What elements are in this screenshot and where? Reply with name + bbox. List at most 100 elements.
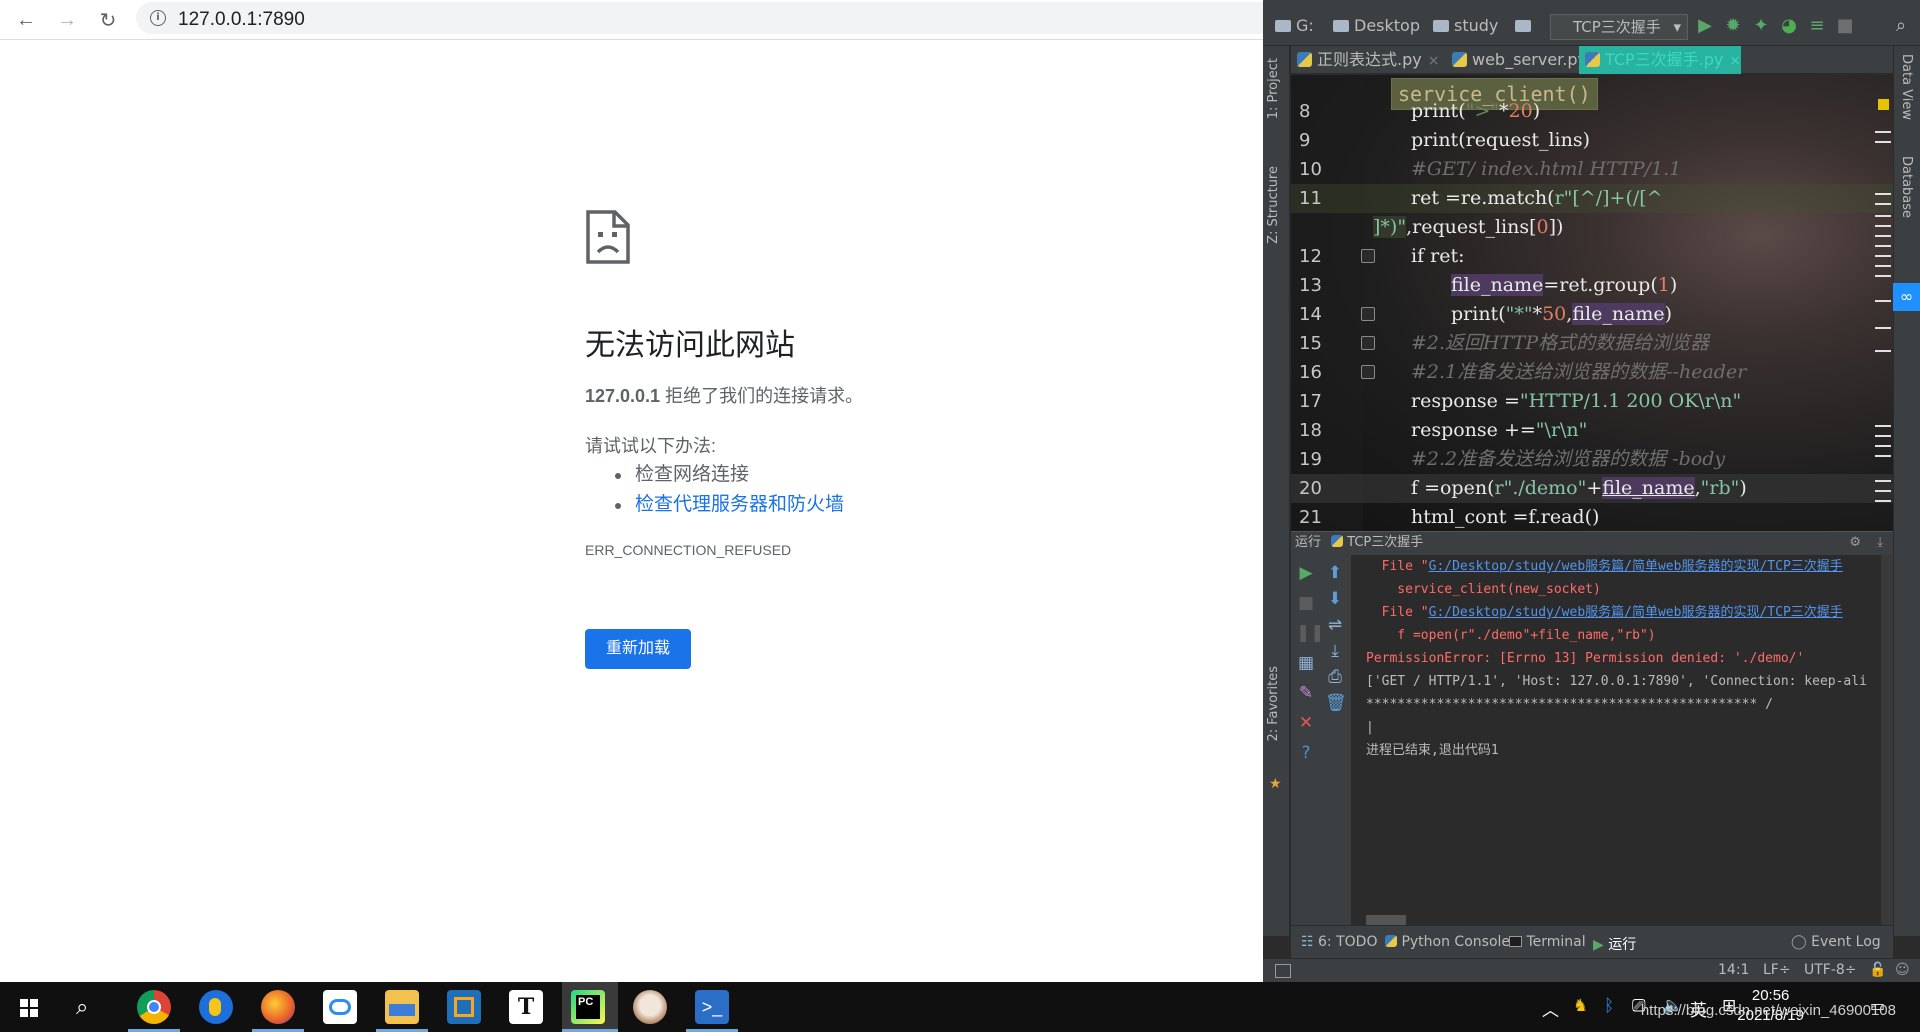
breadcrumb-drive[interactable]: G: <box>1275 16 1314 35</box>
profile-icon[interactable]: ◕ <box>1779 16 1799 36</box>
code-text: html_cont =f.read() <box>1411 506 1600 528</box>
console-prefix: File " <box>1366 559 1429 574</box>
search-icon[interactable]: ⌕ <box>1891 16 1911 36</box>
folder-icon <box>1515 20 1531 32</box>
line-number: 19 <box>1299 449 1322 470</box>
event-log-icon: ◯ <box>1791 934 1807 950</box>
arrow-up-icon[interactable]: ⬆ <box>1325 563 1345 583</box>
trash-icon[interactable]: 🗑 <box>1325 693 1347 713</box>
suggestion-check-proxy-link[interactable]: 检查代理服务器和防火墙 <box>585 490 844 520</box>
project-tool-button[interactable]: 1: Project <box>1266 58 1281 119</box>
console-line: service_client(new_socket) <box>1366 582 1601 597</box>
tool-window-toggle-icon[interactable] <box>1275 964 1291 978</box>
tab-regex[interactable]: 正则表达式.py × <box>1291 46 1439 74</box>
database-tool-button[interactable]: Database <box>1899 156 1914 218</box>
site-info-icon[interactable]: i <box>150 10 166 26</box>
data-view-tool-button[interactable]: Data View <box>1899 54 1914 120</box>
gear-icon[interactable]: ⚙ <box>1849 532 1861 554</box>
run-console[interactable]: File "G:/Desktop/study/web服务篇/简单web服务器的实… <box>1352 555 1893 925</box>
reload-icon[interactable]: ↻ <box>94 6 122 34</box>
line-separator[interactable]: LF÷ <box>1763 962 1791 978</box>
vmware-icon[interactable] <box>447 990 481 1024</box>
chrome-icon[interactable] <box>137 990 171 1024</box>
forward-button[interactable]: → <box>53 6 81 34</box>
coverage-icon[interactable]: ✦ <box>1751 16 1771 36</box>
pause-icon[interactable]: ❚❚ <box>1296 623 1325 643</box>
run-icon[interactable]: ▶ <box>1695 16 1715 36</box>
floating-app-icon[interactable]: ∞ <box>1892 283 1920 311</box>
stop-icon[interactable]: ■ <box>1296 593 1316 613</box>
breadcrumb-desktop[interactable]: Desktop <box>1333 16 1420 35</box>
console-h-scrollbar[interactable] <box>1366 915 1406 925</box>
file-explorer-icon[interactable] <box>385 990 419 1024</box>
breadcrumb-subfolder[interactable] <box>1515 16 1536 35</box>
lock-icon[interactable]: 🔓 <box>1869 962 1886 978</box>
pycharm-icon[interactable]: PC <box>571 990 605 1024</box>
console-file-link[interactable]: G:/Desktop/study/web服务篇/简单web服务器的实现/TCP三… <box>1429 605 1843 620</box>
warning-indicator[interactable] <box>1878 99 1889 110</box>
scroll-to-end-icon[interactable]: ⤓ <box>1325 641 1345 661</box>
powershell-icon[interactable]: >_ <box>695 990 729 1024</box>
error-message: 127.0.0.1 拒绝了我们的连接请求。 <box>585 382 863 408</box>
python-file-icon <box>1452 52 1467 67</box>
code-editor[interactable]: service_client() 8 print(">"*20) 9 print(r… <box>1291 75 1893 531</box>
hide-panel-icon[interactable]: ⤓ <box>1877 532 1883 554</box>
stripe-mark <box>1875 300 1891 302</box>
baidu-netdisk-icon[interactable] <box>323 990 357 1024</box>
fold-marker[interactable] <box>1361 336 1375 350</box>
typora-icon[interactable]: T <box>509 990 543 1024</box>
code-line: 9 print(request_lins) <box>1291 126 1893 155</box>
tray-app-icon[interactable]: ♞ <box>1573 996 1588 1016</box>
run-panel-config[interactable]: TCP三次握手 <box>1347 535 1423 550</box>
stop-icon[interactable]: ■ <box>1835 16 1855 36</box>
console-trace-line: File "G:/Desktop/study/web服务篇/简单web服务器的实… <box>1366 555 1843 578</box>
bluetooth-icon[interactable]: ᛒ <box>1604 996 1614 1016</box>
close-run-icon[interactable]: ✕ <box>1296 713 1316 733</box>
layout-icon[interactable]: ▦ <box>1296 653 1316 673</box>
breadcrumb-study[interactable]: study <box>1433 16 1498 35</box>
error-stripe[interactable] <box>1867 75 1893 531</box>
code-line: 21 html_cont =f.read() <box>1291 503 1893 531</box>
soft-wrap-icon[interactable]: ⇌ <box>1325 615 1345 635</box>
arrow-down-icon[interactable]: ⬇ <box>1325 589 1345 609</box>
close-icon[interactable]: × <box>1428 53 1440 69</box>
event-log-button[interactable]: ◯ Event Log <box>1791 934 1881 950</box>
close-icon[interactable]: × <box>1729 53 1741 69</box>
address-bar[interactable]: i 127.0.0.1:7890 <box>136 2 1263 34</box>
fold-marker[interactable] <box>1361 307 1375 321</box>
firefox-icon[interactable] <box>261 990 295 1024</box>
file-encoding[interactable]: UTF-8÷ <box>1804 962 1857 978</box>
inspector-icon[interactable]: ☺ <box>1895 962 1910 978</box>
help-icon[interactable]: ? <box>1296 743 1316 763</box>
console-error-line: PermissionError: [Errno 13] Permission d… <box>1366 651 1805 666</box>
todo-tool-button[interactable]: ☷ 6: TODO <box>1301 934 1377 950</box>
python-console-button[interactable]: Python Console <box>1385 934 1510 950</box>
rerun-icon[interactable]: ▶ <box>1296 563 1316 583</box>
run-config-select[interactable]: TCP三次握手 ▾ <box>1550 14 1688 40</box>
caret-position[interactable]: 14:1 <box>1718 962 1749 978</box>
browser-icon[interactable] <box>199 990 233 1024</box>
terminal-tool-button[interactable]: Terminal <box>1509 934 1586 950</box>
code-line: 17 response ="HTTP/1.1 200 OK\r\n" <box>1291 387 1893 416</box>
tray-expand-icon[interactable]: ︿ <box>1542 996 1559 1021</box>
right-tool-strip: Data View Database ∞ <box>1892 46 1920 936</box>
windows-start-icon[interactable] <box>20 999 38 1017</box>
structure-tool-button[interactable]: Z: Structure <box>1266 166 1281 244</box>
fold-marker[interactable] <box>1361 249 1375 263</box>
console-scrollbar[interactable] <box>1881 555 1893 925</box>
print-icon[interactable]: ⎙ <box>1325 667 1345 687</box>
fold-marker[interactable] <box>1361 365 1375 379</box>
favorites-tool-button[interactable]: 2: Favorites <box>1266 666 1281 742</box>
reload-button[interactable]: 重新加载 <box>585 629 691 669</box>
search-icon[interactable]: ⌕ <box>76 994 88 1020</box>
pin-icon[interactable]: ✎ <box>1296 683 1316 703</box>
tab-web-server-label: web_server.py <box>1472 50 1587 69</box>
back-button[interactable]: ← <box>12 6 40 34</box>
build-icon[interactable]: ≡ <box>1807 16 1827 36</box>
tab-web-server[interactable]: web_server.py <box>1446 46 1587 74</box>
tab-tcp-handshake[interactable]: TCP三次握手.py × <box>1579 46 1741 74</box>
console-file-link[interactable]: G:/Desktop/study/web服务篇/简单web服务器的实现/TCP三… <box>1429 559 1843 574</box>
avatar-app-icon[interactable] <box>633 990 667 1024</box>
debug-icon[interactable]: ✹ <box>1723 16 1743 36</box>
run-tool-button[interactable]: ▶ 运行 <box>1593 934 1636 954</box>
